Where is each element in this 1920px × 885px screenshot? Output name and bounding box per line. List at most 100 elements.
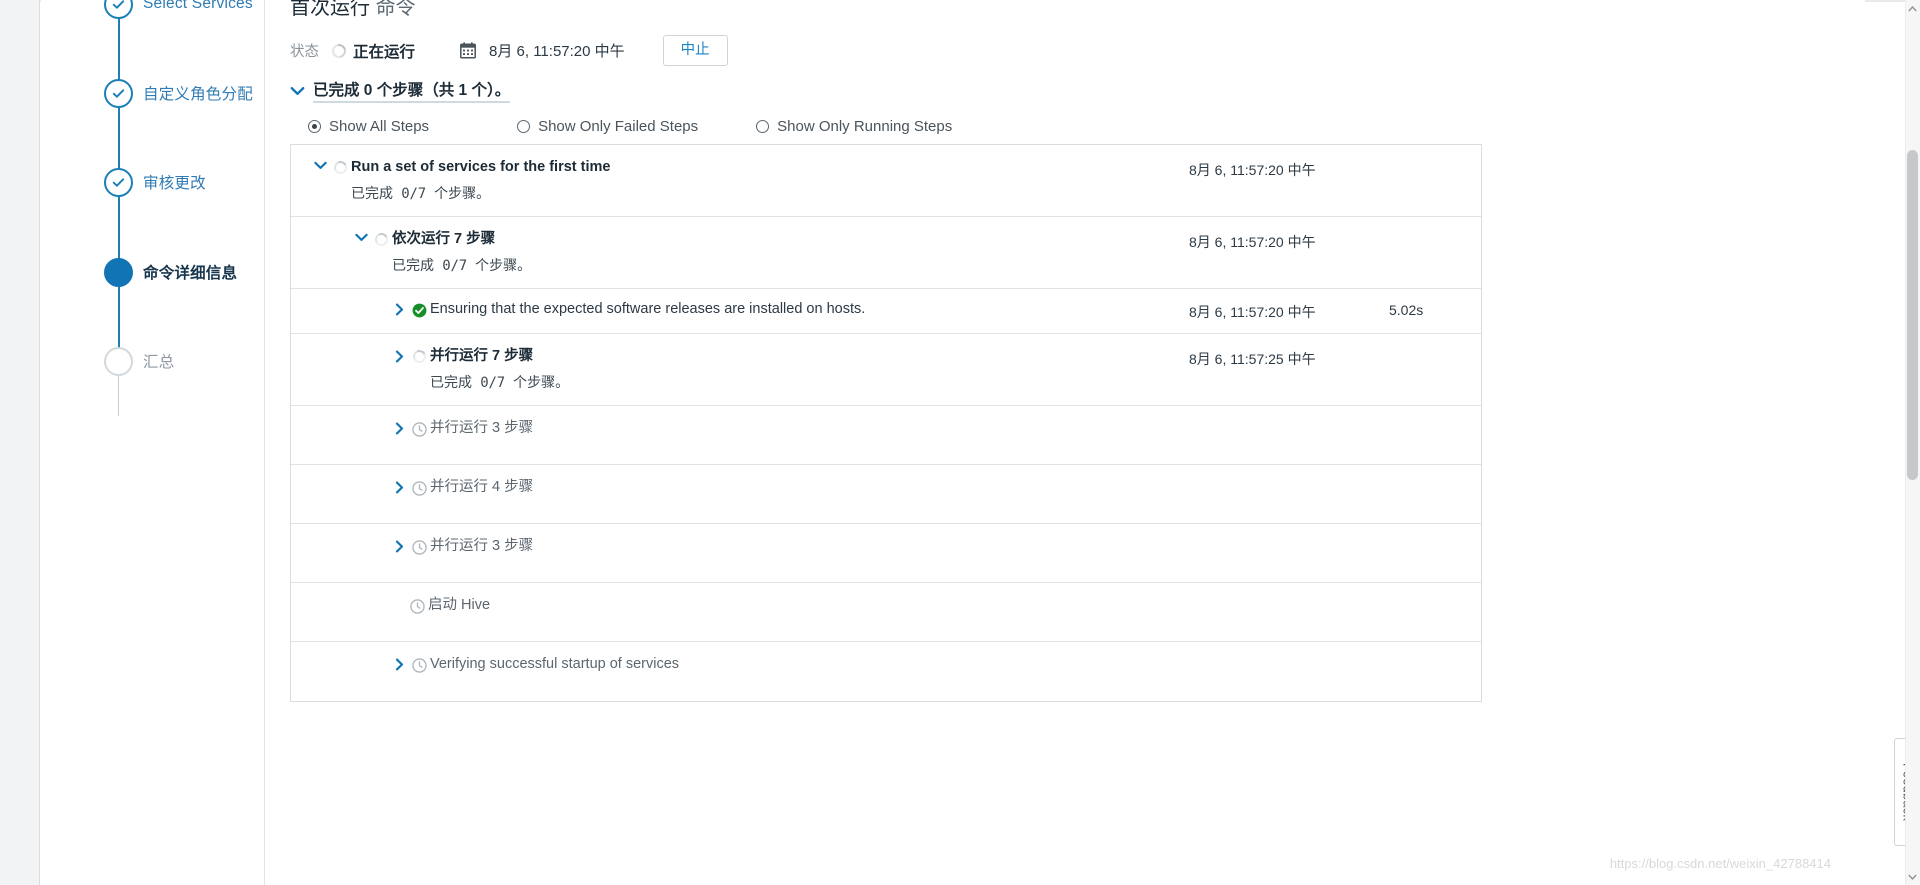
row-timestamp: 8月 6, 11:57:20 中午	[1189, 234, 1316, 250]
row-body: 启动 Hive	[428, 596, 1189, 615]
table-row[interactable]: Ensuring that the expected software rele…	[291, 289, 1481, 334]
radio-show-all-steps[interactable]: Show All Steps	[308, 118, 429, 135]
row-title: 启动 Hive	[428, 597, 491, 613]
sidebar-item-label: 命令详细信息	[143, 265, 238, 282]
row-subtitle-suffix: 个步骤。	[434, 185, 491, 201]
row-title: 并行运行 4 步骤	[430, 479, 534, 495]
page-title-suffix: 命令	[375, 0, 416, 19]
app-root: Select Services 自定义角色分配 审核更改 命令详细信息 汇总 首…	[0, 0, 1920, 885]
row-subtitle: 已完成 0/7 个步骤。	[351, 183, 1189, 203]
table-row[interactable]: 依次运行 7 步骤 已完成 0/7 个步骤。 8月 6, 11:57:20 中午	[291, 217, 1481, 289]
steps-panel: Run a set of services for the first time…	[290, 144, 1482, 702]
table-row[interactable]: 并行运行 3 步骤	[291, 524, 1481, 583]
check-circle-icon	[104, 0, 133, 19]
row-subtitle-suffix: 个步骤。	[475, 257, 532, 273]
status-label: 状态	[290, 44, 319, 60]
row-timestamp: 8月 6, 11:57:20 中午	[1189, 304, 1316, 320]
row-title: 并行运行 3 步骤	[430, 420, 534, 436]
check-circle-icon	[104, 167, 133, 197]
radio-label: Show Only Running Steps	[777, 118, 953, 135]
spinner-icon	[329, 158, 351, 176]
clock-icon	[408, 478, 430, 496]
row-body: 并行运行 3 步骤	[430, 419, 1189, 438]
chevron-right-icon[interactable]	[391, 347, 408, 363]
main-content: 首次运行 命令 状态 正在运行 8月 6, 11:57:20 中午 中止 已完成…	[265, 0, 1865, 885]
clock-icon	[406, 596, 428, 614]
chevron-right-icon[interactable]	[391, 537, 408, 553]
command-start-time: 8月 6, 11:57:20 中午	[489, 43, 625, 60]
row-subtitle-count: 0/7	[401, 186, 426, 202]
chevron-right-icon[interactable]	[391, 419, 408, 435]
row-subtitle: 已完成 0/7 个步骤。	[430, 372, 1189, 392]
table-row[interactable]: 启动 Hive	[291, 583, 1481, 642]
row-subtitle-prefix: 已完成	[392, 257, 434, 273]
command-status-row: 状态 正在运行 8月 6, 11:57:20 中午 中止	[290, 35, 728, 66]
row-duration	[1389, 419, 1481, 421]
sidebar-item-summary[interactable]: 汇总	[41, 344, 265, 378]
sidebar-item-label: Select Services	[143, 0, 253, 12]
row-title: Verifying successful startup of services	[430, 656, 680, 672]
row-timestamp: 8月 6, 11:57:25 中午	[1189, 351, 1316, 367]
scroll-down-arrow-icon[interactable]	[1907, 871, 1918, 882]
steps-summary[interactable]: 已完成 0 个步骤（共 1 个）。	[290, 78, 511, 103]
clock-icon	[408, 419, 430, 437]
row-body: 并行运行 4 步骤	[430, 478, 1189, 497]
sidebar-item-custom-role-assignment[interactable]: 自定义角色分配	[41, 76, 265, 110]
sidebar-item-label: 自定义角色分配	[143, 86, 253, 103]
row-title: Ensuring that the expected software rele…	[430, 301, 866, 317]
table-row[interactable]: Verifying successful startup of services	[291, 642, 1481, 701]
row-body: Run a set of services for the first time…	[351, 158, 1189, 203]
abort-button[interactable]: 中止	[662, 35, 728, 66]
scroll-up-arrow-icon[interactable]	[1907, 3, 1918, 14]
table-row[interactable]: 并行运行 4 步骤	[291, 465, 1481, 524]
row-timestamp	[1189, 655, 1389, 657]
sidebar-item-label: 审核更改	[143, 175, 206, 192]
radio-dot-icon[interactable]	[756, 120, 770, 133]
sidebar-item-review-changes[interactable]: 审核更改	[41, 165, 265, 199]
row-duration	[1389, 230, 1481, 232]
row-title: 依次运行 7 步骤	[392, 231, 496, 247]
radio-dot-icon[interactable]	[308, 120, 321, 133]
page-title: 首次运行 命令	[290, 0, 416, 20]
radio-show-only-running-steps[interactable]: Show Only Running Steps	[756, 118, 952, 135]
clock-icon	[408, 537, 430, 555]
row-duration	[1389, 347, 1481, 349]
chevron-right-icon[interactable]	[391, 300, 408, 316]
spinner-icon	[370, 230, 392, 248]
chevron-down-icon[interactable]	[290, 86, 305, 96]
radio-label: Show All Steps	[329, 118, 430, 135]
chevron-down-icon[interactable]	[312, 158, 329, 170]
row-title: 并行运行 7 步骤	[430, 348, 534, 364]
radio-show-only-failed-steps[interactable]: Show Only Failed Steps	[517, 118, 698, 135]
status-value: 正在运行	[353, 43, 416, 61]
check-circle-icon	[104, 78, 133, 108]
clock-icon	[408, 655, 430, 673]
chevron-down-icon[interactable]	[353, 230, 370, 242]
table-row[interactable]: Run a set of services for the first time…	[291, 145, 1481, 217]
table-row[interactable]: 并行运行 3 步骤	[291, 406, 1481, 465]
steps-summary-text: 已完成 0 个步骤（共 1 个）。	[313, 78, 511, 103]
filled-circle-icon	[104, 257, 133, 287]
chevron-right-icon[interactable]	[391, 478, 408, 494]
spinner-icon	[408, 347, 430, 365]
page-scrollbar[interactable]	[1905, 0, 1920, 885]
row-duration: 5.02s	[1389, 302, 1424, 318]
radio-label: Show Only Failed Steps	[538, 118, 699, 135]
scrollbar-thumb[interactable]	[1907, 150, 1918, 480]
left-gutter	[0, 0, 40, 885]
row-duration	[1389, 158, 1481, 160]
row-subtitle-prefix: 已完成	[430, 374, 472, 390]
sidebar-item-command-details[interactable]: 命令详细信息	[41, 255, 265, 289]
radio-dot-icon[interactable]	[517, 120, 531, 133]
chevron-right-icon[interactable]	[391, 655, 408, 671]
row-duration	[1389, 537, 1481, 539]
sidebar-item-select-services[interactable]: Select Services	[41, 0, 265, 21]
row-title: Run a set of services for the first time	[351, 159, 611, 175]
row-title: 并行运行 3 步骤	[430, 538, 534, 554]
sidebar-item-label: 汇总	[143, 354, 175, 371]
step-filter-group: Show All Steps Show Only Failed Steps Sh…	[308, 118, 952, 135]
watermark: https://blog.csdn.net/weixin_42788414	[1609, 856, 1831, 871]
row-body: 并行运行 7 步骤 已完成 0/7 个步骤。	[430, 347, 1189, 392]
table-row[interactable]: 并行运行 7 步骤 已完成 0/7 个步骤。 8月 6, 11:57:25 中午	[291, 334, 1481, 406]
row-subtitle-count: 0/7	[442, 258, 467, 274]
